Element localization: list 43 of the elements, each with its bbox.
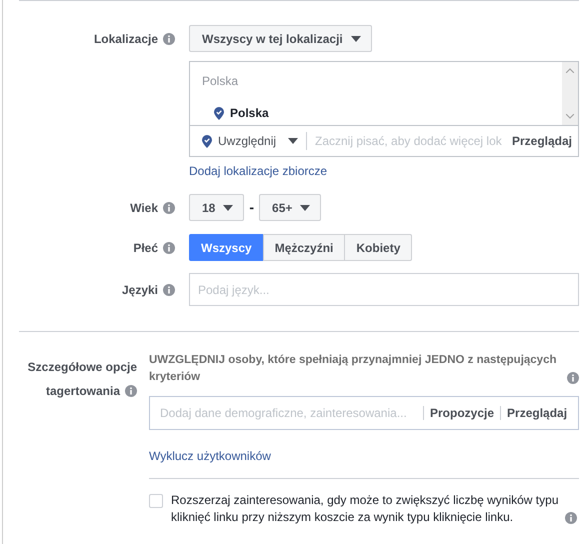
info-icon	[163, 242, 175, 254]
info-icon	[163, 32, 175, 44]
checkbox[interactable]	[149, 494, 163, 508]
info-icon	[163, 202, 175, 214]
gender-option[interactable]: Mężczyźni	[262, 234, 346, 261]
field-label: Lokalizacje	[94, 30, 158, 48]
chevron-down-icon	[566, 114, 574, 119]
info-icon	[125, 385, 137, 397]
caret-icon	[300, 204, 310, 210]
chevron-up-icon	[566, 68, 574, 73]
age-separator: -	[249, 198, 254, 217]
caret-icon	[288, 138, 298, 144]
browse-button[interactable]: Przeglądaj	[506, 132, 578, 150]
gender-option[interactable]: Kobiety	[344, 234, 412, 261]
age-min-dropdown[interactable]: 18	[189, 194, 244, 221]
info-icon	[163, 284, 175, 296]
field-label: Języki	[122, 282, 158, 298]
location-search-field[interactable]: Zacznij pisać, aby dodać więcej lok	[313, 131, 506, 151]
gender-option[interactable]: Wszyscy	[189, 234, 264, 261]
browse-button[interactable]: Przeglądaj	[501, 404, 574, 422]
bulk-locations-link[interactable]: Dodaj lokalizacje zbiorcze	[189, 164, 328, 178]
checkbox-label: Rozszerzaj zainteresowania, gdy może to zwiększyć liczbę wyników typu kliknięć linku przy niższym koszcie za wynik typu kliknięcie linku.	[171, 492, 560, 526]
info-icon	[567, 372, 579, 384]
field-label: tagertowania	[46, 383, 120, 400]
location-pin-icon	[202, 134, 212, 148]
caret-icon	[350, 36, 361, 42]
field-label: Wiek	[130, 200, 158, 216]
field-label: Szczegółowe opcje	[28, 359, 137, 376]
scrollbar[interactable]	[562, 62, 578, 125]
criteria-description: UWZGLĘDNIJ osoby, które spełniają przynajmniej JEDNO z następujących kryteriów	[149, 353, 558, 385]
language-field[interactable]: Podaj język...	[189, 273, 579, 306]
list-header: Polska	[202, 73, 240, 90]
field-label: Płeć	[133, 240, 158, 256]
interests-field[interactable]: Dodaj dane demograficzne, zainteresowania... Propozycje Przeglądaj	[149, 396, 579, 430]
location-name: Polska	[230, 105, 269, 122]
exclude-link[interactable]: Wyklucz użytkowników	[149, 449, 271, 463]
info-icon	[565, 512, 577, 524]
location-pin-icon	[214, 106, 224, 120]
suggestions-button[interactable]: Propozycje	[424, 404, 500, 422]
caret-icon	[223, 204, 234, 210]
include-dropdown[interactable]: Uwzględnij	[202, 132, 298, 150]
age-max-dropdown[interactable]: 65+	[259, 194, 322, 221]
audience-dropdown[interactable]: Wszyscy w tej lokalizacji	[189, 25, 372, 52]
